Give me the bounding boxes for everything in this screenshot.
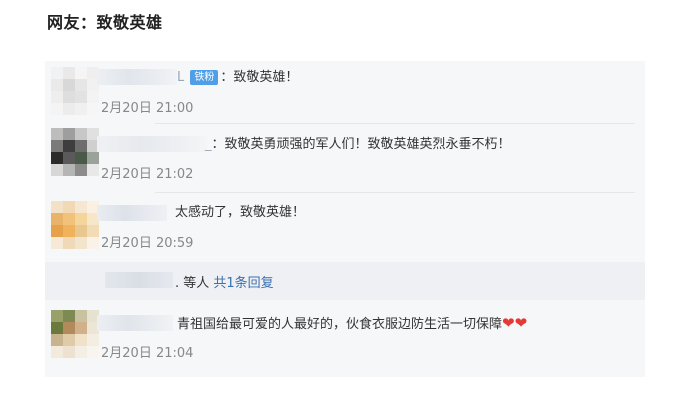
comment-time: 2月20日 21:02 — [101, 167, 194, 182]
comment-time: 2月20日 20:59 — [101, 236, 194, 251]
avatar[interactable] — [51, 310, 99, 358]
comment-item: _：致敬英勇顽强的军人们！致敬英雄英烈永垂不朽！ 2月20日 21:02 — [45, 124, 645, 192]
username-blurred[interactable] — [97, 136, 207, 152]
view-replies-link[interactable]: 共1条回复 — [213, 276, 273, 291]
avatar[interactable] — [51, 128, 99, 176]
replies-prefix: . 等人 — [175, 276, 214, 291]
comment-text-line: 青祖国给最可爱的人最好的，伙食衣服边防生活一切保障❤❤ — [177, 314, 527, 334]
username-blurred[interactable] — [97, 69, 177, 85]
replies-row: . 等人 共1条回复 — [45, 262, 645, 300]
replies-summary: . 等人 共1条回复 — [175, 272, 274, 291]
comment-text: 太感动了，致敬英雄！ — [175, 205, 306, 220]
comment-item: L 铁粉 ：致敬英雄！ 2月20日 21:00 — [45, 61, 645, 123]
username-blurred[interactable] — [105, 272, 173, 288]
comment-text: ：致敬英雄！ — [220, 70, 299, 85]
heart-icon: ❤❤ — [502, 314, 528, 332]
comment-panel: L 铁粉 ：致敬英雄！ 2月20日 21:00 _：致敬英勇顽强的军人们！致敬英雄… — [45, 61, 645, 377]
comment-time: 2月20日 21:04 — [101, 346, 194, 361]
comment-text-line: _：致敬英勇顽强的军人们！致敬英雄英烈永垂不朽！ — [205, 136, 511, 154]
comment-item: 青祖国给最可爱的人最好的，伙食衣服边防生活一切保障❤❤ 2月20日 21:04 — [45, 300, 645, 377]
username-blurred[interactable] — [97, 315, 173, 331]
avatar[interactable] — [51, 67, 99, 115]
comment-item: 太感动了，致敬英雄！ 2月20日 20:59 — [45, 193, 645, 262]
avatar[interactable] — [51, 201, 99, 249]
comment-text: ：致敬英勇顽强的军人们！致敬英雄英烈永垂不朽！ — [211, 137, 511, 152]
comment-time: 2月20日 21:00 — [101, 101, 194, 116]
page-title: 网友：致敬英雄 — [47, 13, 163, 32]
username-blurred[interactable] — [97, 205, 167, 221]
fan-badge: 铁粉 — [190, 70, 219, 85]
username-tail[interactable]: L — [177, 70, 184, 85]
comment-text-line: L 铁粉 ：致敬英雄！ — [177, 69, 298, 87]
comment-text: 青祖国给最可爱的人最好的，伙食衣服边防生活一切保障 — [177, 317, 503, 332]
